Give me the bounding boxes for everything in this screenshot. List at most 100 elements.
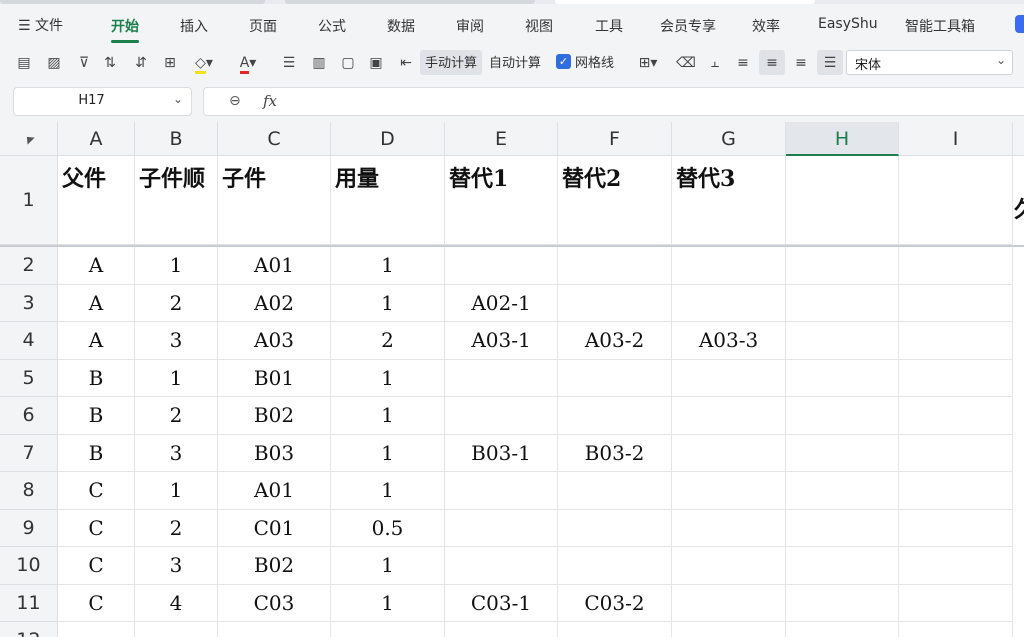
table-cell[interactable] (786, 359, 899, 397)
table-cell[interactable]: B01 (218, 359, 331, 397)
table-cell[interactable] (786, 584, 899, 622)
column-header-d[interactable]: D (331, 122, 445, 156)
table-cell[interactable]: B03 (218, 434, 331, 472)
table-cell[interactable]: C (58, 584, 135, 622)
table-cell[interactable]: 2 (331, 322, 445, 360)
font-color-icon[interactable]: A▾ (234, 53, 262, 74)
table-cell[interactable] (558, 547, 672, 585)
row-header-10[interactable]: 10 (0, 547, 58, 585)
table-cell[interactable]: 1 (331, 284, 445, 322)
table-cell[interactable]: 3 (135, 322, 218, 360)
align-top-icon[interactable]: ⫠ (705, 53, 725, 73)
table-cell[interactable]: 1 (331, 397, 445, 435)
table-cell[interactable] (445, 247, 558, 285)
table-cell[interactable]: 2 (135, 397, 218, 435)
table-cell[interactable] (899, 509, 1013, 547)
manual-calc-button[interactable]: 手动计算 (425, 54, 477, 74)
table-cell[interactable] (899, 322, 1013, 360)
ai-assistant-icon[interactable] (1015, 15, 1024, 33)
table-cell[interactable]: 1 (135, 247, 218, 285)
table-cell[interactable] (672, 472, 786, 510)
table-cell[interactable]: C03 (218, 584, 331, 622)
table-cell[interactable] (218, 622, 331, 637)
table-cell[interactable] (786, 622, 899, 637)
tab-formula[interactable]: 公式 (318, 16, 346, 36)
table-cell[interactable] (899, 547, 1013, 585)
table-cell[interactable]: A02-1 (445, 284, 558, 322)
table-cell[interactable]: A (58, 247, 135, 285)
return-icon[interactable]: ⇤ (396, 53, 416, 73)
clear-format-icon[interactable]: ⌫ (676, 53, 696, 73)
tab-page[interactable]: 页面 (249, 16, 277, 36)
font-family-select[interactable]: 宋体 ⌄ (846, 50, 1013, 75)
table-cell[interactable]: 1 (331, 584, 445, 622)
table-cell[interactable] (899, 397, 1013, 435)
table-cell[interactable]: A (58, 284, 135, 322)
table-cell[interactable] (558, 622, 672, 637)
tab-easyshu[interactable]: EasyShu (818, 16, 878, 32)
table-cell[interactable]: 3 (135, 547, 218, 585)
table-cell[interactable]: 1 (331, 247, 445, 285)
insert-function-icon[interactable]: fx (263, 92, 277, 110)
table-cell[interactable]: 2 (135, 284, 218, 322)
table-cell[interactable]: B02 (218, 397, 331, 435)
table-cell[interactable] (786, 397, 899, 435)
freeze-panes-icon[interactable]: ⊞▾ (633, 53, 663, 73)
column-header-h[interactable]: H (786, 122, 899, 156)
table-cell[interactable]: 1 (331, 472, 445, 510)
table-cell[interactable]: 3 (135, 434, 218, 472)
table-cell[interactable]: C03-2 (558, 584, 672, 622)
table-cell[interactable] (672, 247, 786, 285)
column-header-i[interactable]: I (899, 122, 1013, 156)
table-cell[interactable] (445, 509, 558, 547)
convert-icon[interactable]: ▣ (366, 53, 386, 73)
tab-insert[interactable]: 插入 (180, 16, 208, 36)
formula-input[interactable]: ⊖ fx (203, 87, 1024, 116)
table-cell[interactable] (899, 472, 1013, 510)
sort-ascending-icon[interactable]: ⇅ (100, 53, 120, 73)
table-cell[interactable] (445, 547, 558, 585)
row-header-5[interactable]: 5 (0, 359, 58, 397)
tab-efficiency[interactable]: 效率 (752, 16, 780, 36)
table-cell[interactable]: A03-2 (558, 322, 672, 360)
column-header-a[interactable]: A (58, 122, 135, 156)
table-cell[interactable] (672, 359, 786, 397)
column-header-e[interactable]: E (445, 122, 558, 156)
table-cell[interactable]: 1 (331, 547, 445, 585)
tab-view[interactable]: 视图 (525, 16, 553, 36)
align-left-icon[interactable]: ≡ (733, 53, 753, 73)
column-header-c[interactable]: C (218, 122, 331, 156)
row-header-3[interactable]: 3 (0, 284, 58, 322)
table-cell[interactable] (786, 472, 899, 510)
borders-icon[interactable]: ⊞ (160, 53, 180, 73)
tab-data[interactable]: 数据 (387, 16, 415, 36)
table-cell[interactable] (135, 622, 218, 637)
paste-values-icon[interactable]: ▤ (14, 53, 34, 73)
table-cell[interactable]: C01 (218, 509, 331, 547)
table-cell[interactable] (558, 397, 672, 435)
table-cell[interactable]: 1 (331, 434, 445, 472)
table-cell[interactable]: B03-1 (445, 434, 558, 472)
table-cell[interactable] (672, 584, 786, 622)
text-box-icon[interactable]: ▢ (338, 53, 358, 73)
spreadsheet-grid[interactable]: ABCDEFGHI1父件子件顺子件用量替代1替代2替代3久2A1A0113A2A… (0, 122, 1024, 637)
filter-icon[interactable]: ⊽ (74, 53, 94, 73)
align-middle-icon[interactable]: ☰ (820, 53, 840, 73)
table-cell[interactable] (445, 472, 558, 510)
table-cell[interactable] (672, 284, 786, 322)
row-header-12[interactable]: 12 (0, 622, 58, 637)
name-box[interactable]: H17 ⌄ (13, 87, 192, 116)
table-cell[interactable]: 4 (135, 584, 218, 622)
row-header-1[interactable]: 1 (0, 156, 58, 245)
table-cell[interactable]: C (58, 547, 135, 585)
table-cell[interactable] (786, 547, 899, 585)
row-header-6[interactable]: 6 (0, 397, 58, 435)
align-center-icon[interactable]: ≡ (762, 53, 782, 73)
align-right-icon[interactable]: ≡ (791, 53, 811, 73)
table-cell[interactable]: C03-1 (445, 584, 558, 622)
row-header-4[interactable]: 4 (0, 322, 58, 360)
table-cell[interactable] (672, 434, 786, 472)
table-cell[interactable]: A03-3 (672, 322, 786, 360)
table-cell[interactable]: C (58, 472, 135, 510)
table-cell[interactable] (445, 397, 558, 435)
